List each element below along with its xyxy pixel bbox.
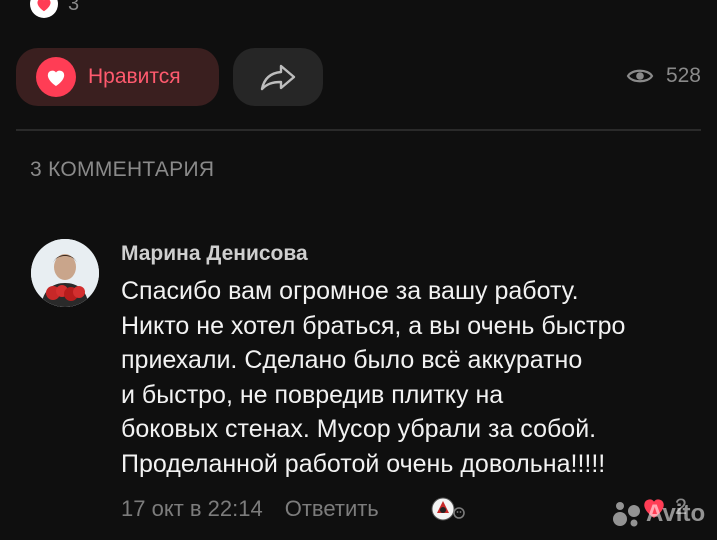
comment-text-line: Проделанной работой очень довольна!!!!!	[121, 449, 606, 478]
share-button[interactable]	[233, 48, 323, 106]
comment-text-line: Никто не хотел браться, а вы очень быстр…	[121, 311, 626, 340]
comment-meta: 17 окт в 22:14 Ответить	[121, 496, 379, 522]
views-count: 528	[665, 64, 701, 87]
avito-watermark: Avito	[612, 500, 705, 528]
comments-header: 3 КОММЕНТАРИЯ	[30, 158, 215, 181]
comment-author[interactable]: Марина Денисова	[121, 242, 701, 266]
eye-icon	[626, 69, 654, 83]
comment-text-line: боковых стенах. Мусор убрали за собой.	[121, 415, 597, 443]
comment-text-line: и быстро, не повредив плитку на	[121, 380, 504, 409]
avito-watermark-text: Avito	[646, 500, 706, 527]
reaction-summary[interactable]: 3	[30, 0, 79, 18]
divider	[16, 129, 701, 131]
emoji-react-button[interactable]	[430, 494, 466, 524]
share-arrow-icon	[260, 64, 296, 91]
avatar[interactable]	[31, 239, 99, 307]
emoji-react-icon	[431, 497, 465, 521]
comment-text: Спасибо вам огромное за вашу работу. Ник…	[121, 274, 701, 481]
comment: Марина Денисова Спасибо вам огромное за …	[121, 242, 701, 481]
reply-button[interactable]: Ответить	[285, 496, 379, 522]
comment-timestamp: 17 окт в 22:14	[121, 496, 263, 521]
comment-text-line: приехали. Сделано было всё аккуратно	[121, 346, 583, 374]
heart-icon	[36, 57, 76, 97]
views-counter: 528	[626, 64, 701, 88]
heart-icon	[30, 0, 58, 18]
avito-logo-icon	[613, 502, 640, 527]
comment-text-line: Спасибо вам огромное за вашу работу.	[121, 277, 579, 305]
like-button[interactable]: Нравится	[16, 48, 219, 106]
reaction-count: 3	[68, 0, 80, 15]
like-label: Нравится	[88, 65, 181, 88]
